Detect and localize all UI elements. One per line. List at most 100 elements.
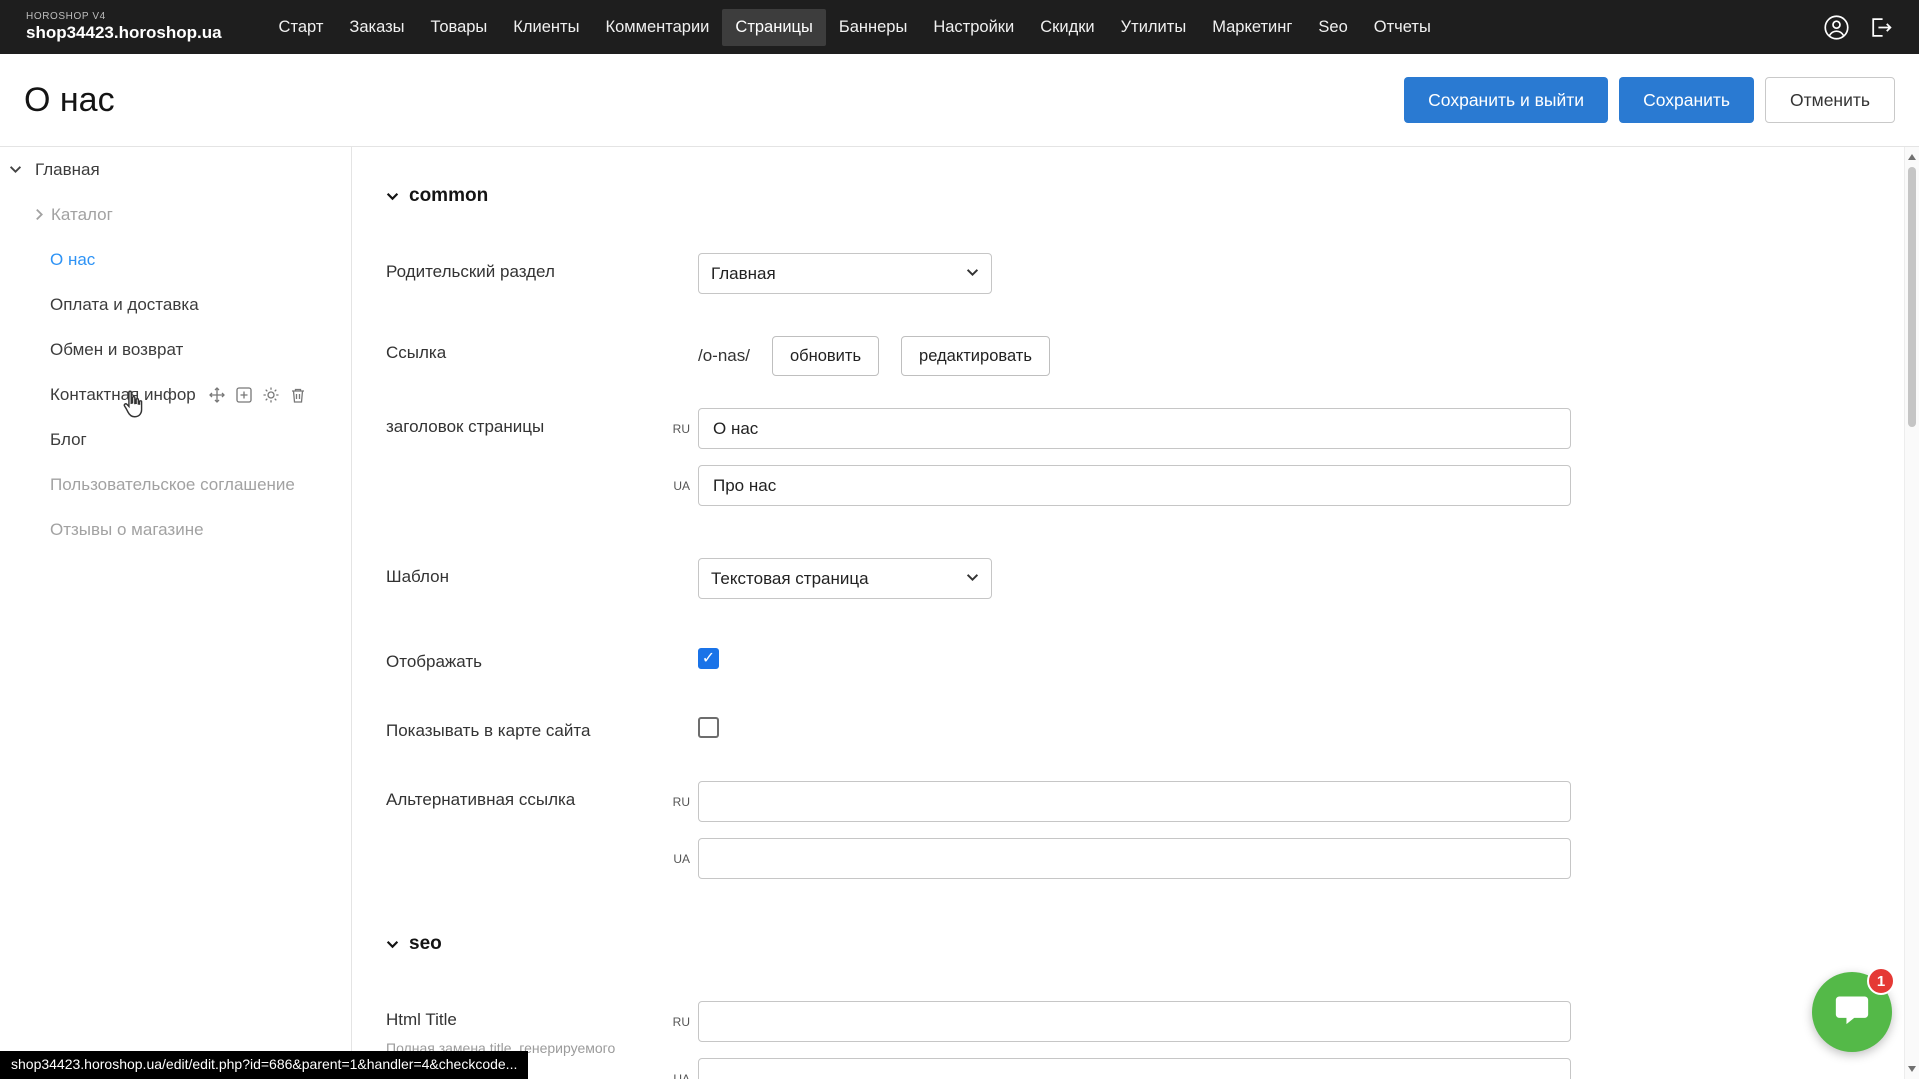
chat-unread-badge: 1 bbox=[1867, 967, 1895, 995]
scroll-down-icon[interactable] bbox=[1905, 1061, 1919, 1077]
nav-item-orders[interactable]: Заказы bbox=[336, 9, 417, 46]
field-label: Альтернативная ссылка bbox=[386, 781, 698, 879]
page-title-ru-input[interactable] bbox=[698, 408, 1571, 449]
nav-item-reports[interactable]: Отчеты bbox=[1361, 9, 1444, 46]
tree-item-label: Отзывы о магазине bbox=[50, 520, 204, 540]
settings-gear-icon[interactable] bbox=[262, 386, 280, 404]
nav-item-settings[interactable]: Настройки bbox=[920, 9, 1027, 46]
sitemap-checkbox[interactable] bbox=[698, 717, 719, 738]
chevron-down-icon bbox=[386, 933, 399, 955]
scroll-up-icon[interactable] bbox=[1905, 149, 1919, 165]
chevron-down-icon bbox=[9, 165, 22, 174]
main-area: Главная Каталог О нас Оплата и доставка … bbox=[0, 146, 1919, 1079]
alt-link-ru-input[interactable] bbox=[698, 781, 1571, 822]
parent-section-select[interactable]: Главная bbox=[698, 253, 992, 294]
alt-link-ua-input[interactable] bbox=[698, 838, 1571, 879]
tree-item-blog[interactable]: Блог bbox=[0, 417, 351, 462]
page-url-text: /o-nas/ bbox=[698, 346, 750, 366]
field-row-link: Ссылка /o-nas/ обновить редактировать bbox=[386, 334, 1919, 376]
lang-tag-ru: RU bbox=[654, 1015, 690, 1029]
field-row-sitemap: Показывать в карте сайта bbox=[386, 712, 1919, 741]
save-and-exit-button[interactable]: Сохранить и выйти bbox=[1404, 77, 1608, 123]
section-title: seo bbox=[409, 933, 442, 955]
page-edit-form: common Родительский раздел Главная Ссылк… bbox=[352, 147, 1919, 1079]
tree-item-label: Каталог bbox=[51, 205, 113, 225]
tree-item-label: Контактная инфор bbox=[50, 385, 196, 405]
drag-move-icon[interactable] bbox=[208, 386, 226, 404]
add-page-icon[interactable] bbox=[235, 386, 253, 404]
lang-tag-ru: RU bbox=[654, 795, 690, 809]
browser-status-url: shop34423.horoshop.ua/edit/edit.php?id=6… bbox=[0, 1051, 528, 1079]
display-checkbox[interactable] bbox=[698, 648, 719, 669]
tree-item-catalog[interactable]: Каталог bbox=[0, 192, 351, 237]
nav-item-utilities[interactable]: Утилиты bbox=[1108, 9, 1200, 46]
delete-trash-icon[interactable] bbox=[289, 386, 307, 404]
nav-item-marketing[interactable]: Маркетинг bbox=[1199, 9, 1305, 46]
nav-item-seo[interactable]: Seo bbox=[1305, 9, 1360, 46]
chat-widget-button[interactable]: 1 bbox=[1812, 972, 1892, 1052]
section-common-header[interactable]: common bbox=[386, 185, 1919, 207]
top-navigation: Старт Заказы Товары Клиенты Комментарии … bbox=[266, 9, 1444, 46]
tree-item-label: Оплата и доставка bbox=[50, 295, 199, 315]
chevron-down-icon bbox=[386, 185, 399, 207]
lang-tag-ua: UA bbox=[654, 852, 690, 866]
tree-item-label: Обмен и возврат bbox=[50, 340, 183, 360]
brand-version-label: HOROSHOP V4 bbox=[26, 11, 222, 23]
field-row-template: Шаблон Текстовая страница bbox=[386, 558, 1919, 599]
tree-item-store-reviews[interactable]: Отзывы о магазине bbox=[0, 507, 351, 552]
nav-item-start[interactable]: Старт bbox=[266, 9, 337, 46]
tree-item-label: О нас bbox=[50, 250, 95, 270]
page-title-ua-input[interactable] bbox=[698, 465, 1571, 506]
tree-item-label: Пользовательское соглашение bbox=[50, 475, 295, 495]
lang-tag-ua: UA bbox=[654, 1072, 690, 1079]
field-label: Отображать bbox=[386, 643, 698, 672]
field-row-display: Отображать bbox=[386, 643, 1919, 672]
section-title: common bbox=[409, 185, 488, 207]
field-label: Показывать в карте сайта bbox=[386, 712, 698, 741]
topbar: HOROSHOP V4 shop34423.horoshop.ua Старт … bbox=[0, 0, 1919, 54]
tree-item-exchange-return[interactable]: Обмен и возврат bbox=[0, 327, 351, 372]
nav-item-clients[interactable]: Клиенты bbox=[500, 9, 592, 46]
field-row-page-title: заголовок страницы RU UA bbox=[386, 408, 1919, 506]
field-label: Шаблон bbox=[386, 558, 698, 599]
field-label: Html Title bbox=[386, 1010, 698, 1030]
field-label: Родительский раздел bbox=[386, 253, 698, 294]
html-title-ua-input[interactable] bbox=[698, 1058, 1571, 1079]
field-row-parent-section: Родительский раздел Главная bbox=[386, 253, 1919, 294]
tree-item-contact-info[interactable]: Контактная инфор bbox=[0, 372, 351, 417]
tree-item-payment-delivery[interactable]: Оплата и доставка bbox=[0, 282, 351, 327]
vertical-scrollbar[interactable] bbox=[1904, 147, 1919, 1079]
html-title-ru-input[interactable] bbox=[698, 1001, 1571, 1042]
refresh-link-button[interactable]: обновить bbox=[772, 336, 879, 376]
nav-item-discounts[interactable]: Скидки bbox=[1027, 9, 1107, 46]
tree-item-root[interactable]: Главная bbox=[0, 147, 351, 192]
tree-item-user-agreement[interactable]: Пользовательское соглашение bbox=[0, 462, 351, 507]
page-title: О нас bbox=[24, 81, 115, 120]
section-seo-header[interactable]: seo bbox=[386, 933, 1919, 955]
nav-item-banners[interactable]: Баннеры bbox=[826, 9, 920, 46]
nav-item-comments[interactable]: Комментарии bbox=[592, 9, 722, 46]
nav-item-pages[interactable]: Страницы bbox=[722, 9, 825, 46]
field-label: заголовок страницы bbox=[386, 408, 698, 506]
page-header: О нас Сохранить и выйти Сохранить Отмени… bbox=[0, 54, 1919, 146]
tree-item-label: Блог bbox=[50, 430, 87, 450]
nav-item-products[interactable]: Товары bbox=[418, 9, 501, 46]
edit-link-button[interactable]: редактировать bbox=[901, 336, 1050, 376]
tree-item-label: Главная bbox=[35, 160, 100, 180]
pages-tree-sidebar: Главная Каталог О нас Оплата и доставка … bbox=[0, 147, 352, 1079]
scrollbar-thumb[interactable] bbox=[1908, 167, 1916, 427]
save-button[interactable]: Сохранить bbox=[1619, 77, 1754, 123]
chevron-right-icon bbox=[35, 208, 44, 221]
cancel-button[interactable]: Отменить bbox=[1765, 77, 1895, 123]
lang-tag-ua: UA bbox=[654, 479, 690, 493]
field-row-html-title: Html Title Полная замена title, генериру… bbox=[386, 1001, 1919, 1079]
brand-logo[interactable]: HOROSHOP V4 shop34423.horoshop.ua bbox=[26, 11, 222, 42]
tree-item-about[interactable]: О нас bbox=[0, 237, 351, 282]
template-select[interactable]: Текстовая страница bbox=[698, 558, 992, 599]
field-row-alt-link: Альтернативная ссылка RU UA bbox=[386, 781, 1919, 879]
user-account-icon[interactable] bbox=[1823, 14, 1850, 41]
field-label: Ссылка bbox=[386, 334, 698, 376]
chat-bubble-icon bbox=[1833, 991, 1871, 1034]
logout-icon[interactable] bbox=[1868, 15, 1893, 40]
lang-tag-ru: RU bbox=[654, 422, 690, 436]
